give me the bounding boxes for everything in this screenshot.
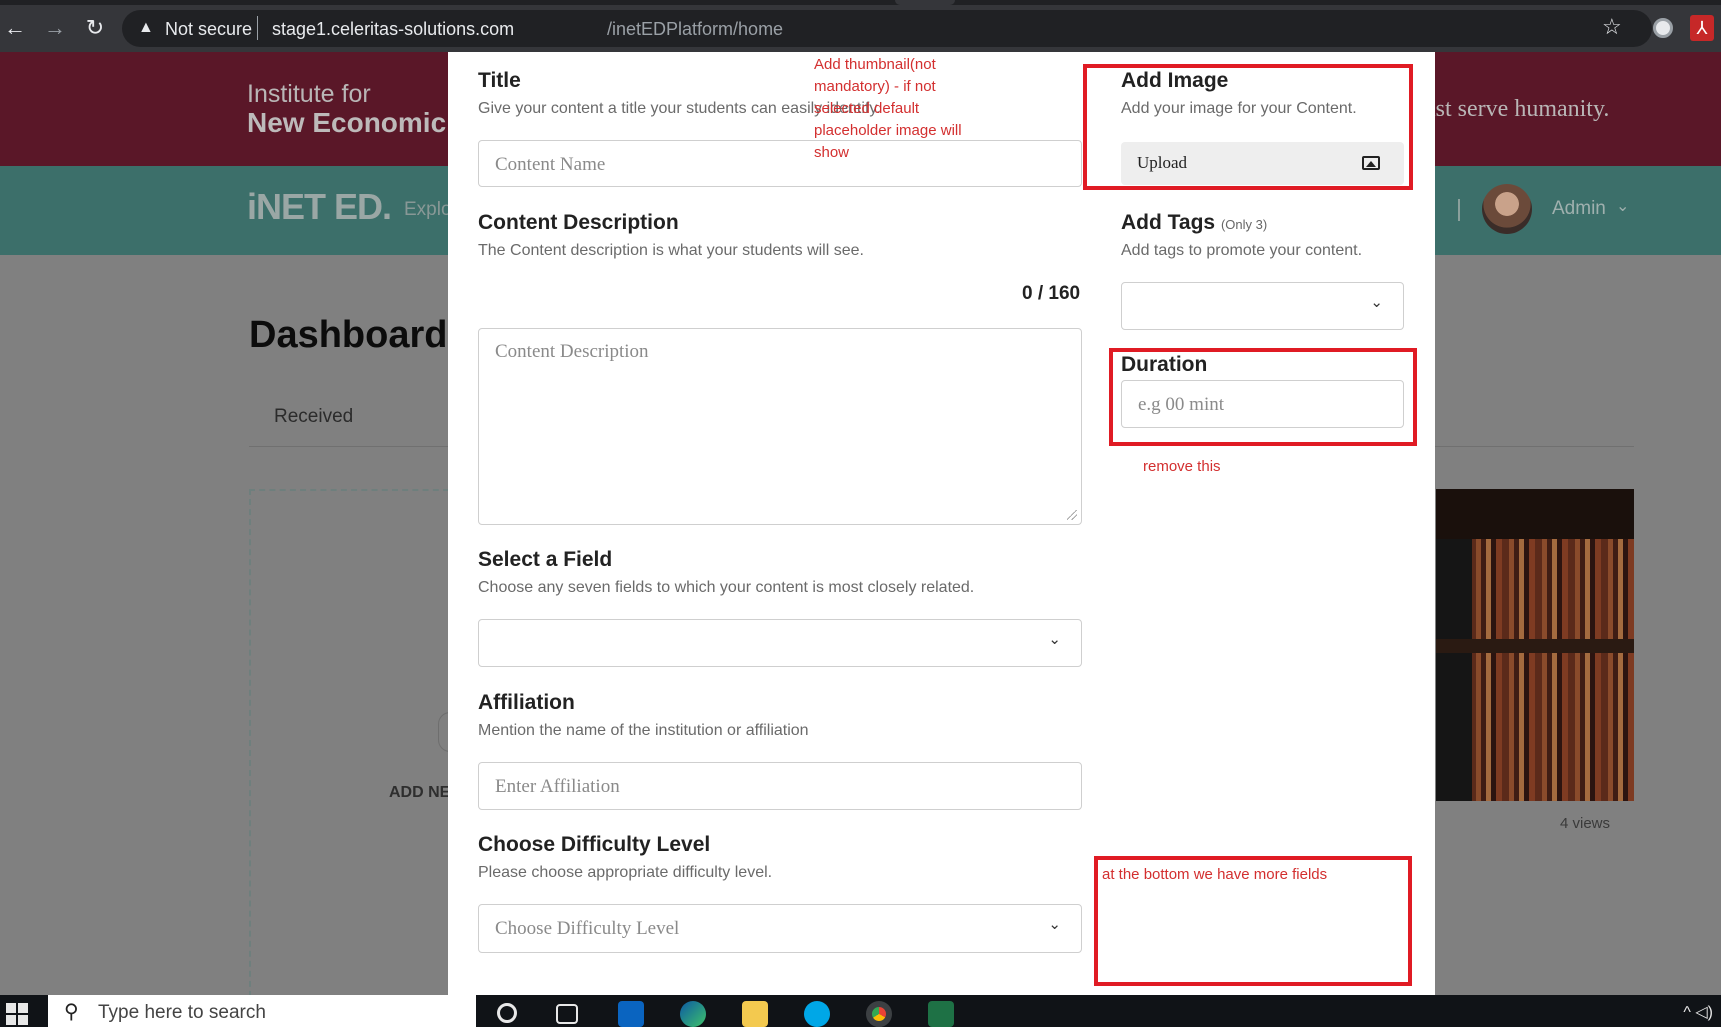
content-thumbnail-image[interactable] [1436,489,1634,801]
security-status[interactable]: Not secure [165,19,252,40]
character-counter: 0 / 160 [1022,283,1081,304]
description-hint: The Content description is what your stu… [478,242,864,259]
add-image-highlight-box [1083,64,1413,190]
back-arrow-icon[interactable]: ← [2,15,28,41]
title-label: Title [478,69,521,92]
taskbar-search-placeholder: Type here to search [98,1002,266,1023]
difficulty-label: Choose Difficulty Level [478,833,711,856]
address-bar[interactable]: ▲ Not secure stage1.celeritas-solutions.… [122,10,1652,47]
resize-handle-icon[interactable] [1067,510,1077,520]
bottom-fields-annotation: at the bottom we have more fields [1102,866,1328,883]
difficulty-hint: Please choose appropriate difficulty lev… [478,864,773,881]
view-count: 4 views [1560,815,1611,832]
site-tagline: must serve humanity. [1405,96,1610,122]
affiliation-label: Affiliation [478,691,575,714]
remove-annotation: remove this [1143,458,1221,475]
forward-arrow-icon[interactable]: → [42,15,68,41]
page-title: Dashboard [249,314,448,356]
chevron-down-icon: ⌄ [1048,916,1061,933]
add-new-card[interactable] [249,489,449,1027]
tags-limit-note: (Only 3) [1220,217,1268,232]
affiliation-placeholder: Enter Affiliation [495,776,620,797]
annotation-line: mandatory) - if not [814,78,936,95]
add-tags-label: Add Tags (Only 3) [1121,211,1267,235]
description-label: Content Description [478,211,679,234]
user-avatar[interactable] [1482,184,1532,234]
url-path: /inetEDPlatform/home [607,19,784,39]
content-description-textarea[interactable]: Content Description [478,328,1082,525]
chevron-down-icon: ⌄ [1370,294,1383,311]
pdf-extension-icon[interactable]: ⅄ [1690,15,1714,41]
bottom-fields-highlight-box: at the bottom we have more fields [1094,856,1412,986]
thumbnail-annotation: Add thumbnail(not mandatory) - if not se… [814,54,962,164]
bookmark-star-icon[interactable]: ☆ [1602,14,1622,40]
shelf-shadow [1436,489,1634,539]
affiliation-input[interactable]: Enter Affiliation [478,762,1082,810]
field-select-label: Select a Field [478,548,613,571]
field-select-hint: Choose any seven fields to which your co… [478,579,975,596]
difficulty-select-dropdown[interactable]: Choose Difficulty Level ⌄ [478,904,1082,953]
reload-icon[interactable]: ↻ [82,15,108,41]
windows-taskbar: ⚲ Type here to search ^ ◁) [0,995,1721,1027]
affiliation-hint: Mention the name of the institution or a… [478,722,809,739]
url-host: stage1.celeritas-solutions.com [272,19,515,39]
nav-divider [1458,199,1460,221]
add-new-label[interactable]: ADD NE [389,784,450,802]
inet-ed-logo[interactable]: iNET ED. [247,186,392,228]
url-divider [257,16,258,40]
annotation-line: show [814,144,850,161]
annotation-line: placeholder image will [814,122,962,139]
cortana-icon[interactable] [497,1003,517,1023]
content-name-placeholder: Content Name [495,154,606,175]
add-tags-hint: Add tags to promote your content. [1121,242,1363,259]
duration-highlight-box [1109,348,1417,446]
add-tags-title: Add Tags [1121,211,1216,234]
chevron-down-icon[interactable]: ⌄ [1616,196,1629,216]
chrome-icon[interactable] [866,1001,892,1027]
extension-icon[interactable] [1653,18,1673,38]
taskbar-search-box[interactable]: ⚲ Type here to search [48,995,476,1027]
chevron-down-icon: ⌄ [1048,631,1061,648]
annotation-line: selected default [814,100,920,117]
file-explorer-icon[interactable] [742,1001,768,1027]
tags-select-dropdown[interactable]: ⌄ [1121,282,1404,330]
institute-name-line1: Institute for [247,80,371,108]
shelf-board [1436,639,1634,653]
edge-icon[interactable] [680,1001,706,1027]
nav-explore-link[interactable]: Explo [404,199,452,221]
user-menu-label[interactable]: Admin [1552,198,1606,220]
warning-icon: ▲ [138,19,154,36]
search-icon: ⚲ [64,1001,79,1023]
browser-toolbar: ← → ↻ ▲ Not secure stage1.celeritas-solu… [0,5,1721,52]
content-description-placeholder: Content Description [495,341,649,362]
add-content-modal: Title Give your content a title your stu… [448,52,1435,995]
windows-start-icon[interactable] [6,1003,28,1025]
skype-icon[interactable] [804,1001,830,1027]
excel-icon[interactable] [928,1001,954,1027]
annotation-line: Add thumbnail(not [814,56,936,73]
system-tray-icon[interactable]: ^ ◁) [1683,1002,1713,1022]
task-view-icon[interactable] [556,1004,578,1024]
outlook-icon[interactable] [618,1001,644,1027]
field-select-dropdown[interactable]: ⌄ [478,619,1082,667]
content-name-input[interactable]: Content Name [478,140,1082,187]
institute-name-line2: New Economic [247,107,447,138]
difficulty-placeholder: Choose Difficulty Level [495,918,680,939]
shelf-gap [1436,539,1472,801]
tab-received[interactable]: Received [274,406,353,428]
